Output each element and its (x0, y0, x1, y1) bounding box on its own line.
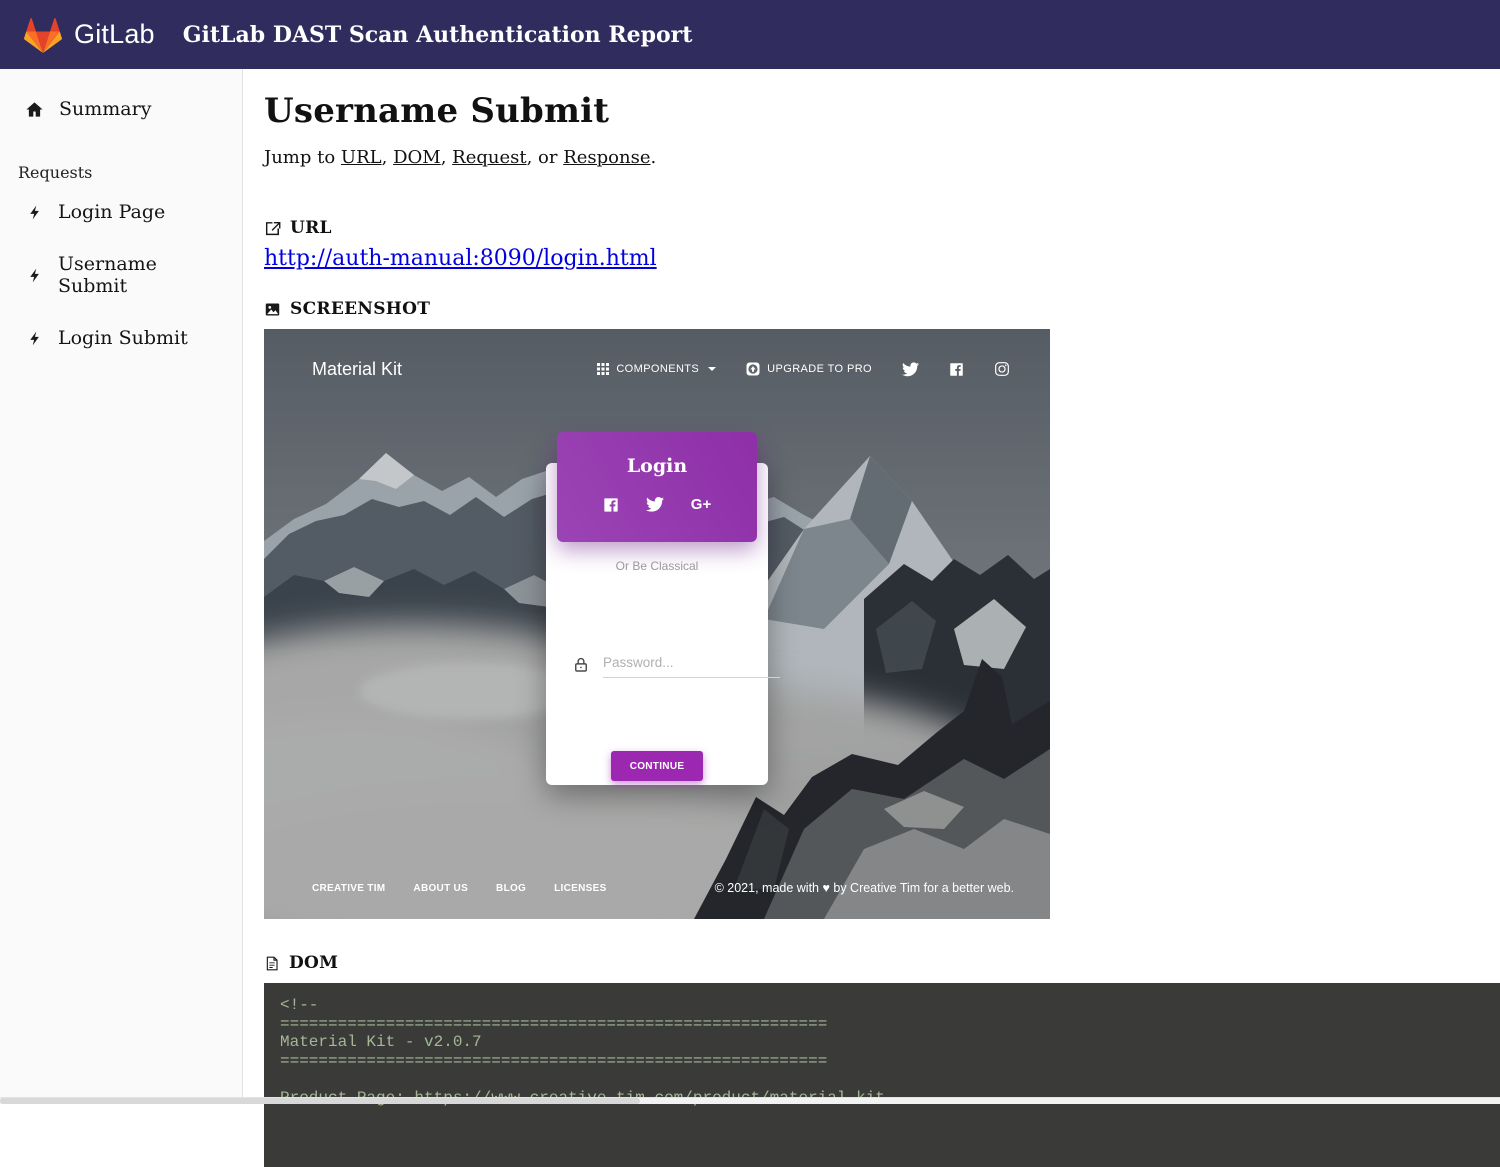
depicted-upgrade-label: UPGRADE TO PRO (767, 363, 872, 375)
depicted-components-label: COMPONENTS (616, 363, 699, 375)
bolt-icon (28, 266, 43, 285)
dom-section-heading: DOM (264, 953, 1500, 973)
auth-screenshot-image: Material Kit COMPONENTS (264, 329, 1050, 919)
jump-links: Jump to URL, DOM, Request, or Response. (264, 147, 1500, 168)
horizontal-scrollbar[interactable] (0, 1097, 1500, 1104)
depicted-components-menu: COMPONENTS (597, 363, 716, 375)
gitlab-brand: GitLab (22, 15, 155, 55)
page-title: Username Submit (264, 91, 1500, 131)
depicted-footer: CREATIVE TIM ABOUT US BLOG LICENSES © 20… (264, 857, 1050, 919)
sidebar-item-login-submit[interactable]: Login Submit (0, 312, 242, 364)
depicted-copyright: © 2021, made with ♥ by Creative Tim for … (715, 881, 1014, 895)
bolt-icon (28, 203, 43, 222)
report-title: GitLab DAST Scan Authentication Report (183, 22, 693, 48)
facebook-icon (603, 497, 619, 513)
jump-separator: , (382, 147, 393, 168)
depicted-upgrade-link: UPGRADE TO PRO (746, 362, 872, 376)
dom-code-block: <!-- ===================================… (264, 983, 1500, 1167)
image-icon (264, 301, 281, 318)
home-icon (25, 100, 44, 119)
url-section-heading: URL (264, 218, 1500, 238)
depicted-password-input (603, 651, 780, 678)
depicted-footer-link: CREATIVE TIM (312, 883, 385, 894)
depicted-login-card: Login G+ Or Be Classical (546, 463, 768, 785)
depicted-password-row (572, 651, 742, 678)
sidebar-item-label: Login Submit (58, 327, 188, 349)
sidebar-item-label: Login Page (58, 201, 165, 223)
jump-period: . (651, 147, 657, 168)
sidebar-item-username-submit[interactable]: Username Submit (0, 238, 242, 312)
main-content: Username Submit Jump to URL, DOM, Reques… (243, 69, 1500, 1167)
section-label: DOM (289, 953, 338, 973)
horizontal-scrollbar-thumb[interactable] (0, 1098, 640, 1104)
jump-separator: , or (527, 147, 564, 168)
gitlab-tanuki-icon (22, 15, 64, 55)
lock-icon (572, 656, 590, 674)
depicted-divider-text: Or Be Classical (546, 559, 768, 573)
depicted-footer-link: BLOG (496, 883, 526, 894)
section-label: URL (290, 218, 332, 238)
depicted-footer-link: LICENSES (554, 883, 606, 894)
sidebar-requests-label: Requests (0, 163, 242, 182)
external-link-icon (264, 220, 281, 237)
upgrade-icon (746, 362, 760, 376)
sidebar-item-label: Summary (59, 98, 151, 120)
jump-separator: , (441, 147, 452, 168)
scanned-url-link[interactable]: http://auth-manual:8090/login.html (264, 246, 657, 271)
depicted-continue-button: CONTINUE (611, 751, 703, 781)
bolt-icon (28, 329, 43, 348)
jump-link-response[interactable]: Response (563, 147, 650, 168)
section-label: SCREENSHOT (290, 299, 430, 319)
facebook-icon (949, 362, 964, 377)
depicted-social-buttons: G+ (557, 496, 757, 513)
twitter-icon (902, 362, 919, 377)
google-plus-icon: G+ (691, 496, 711, 513)
gitlab-wordmark: GitLab (74, 19, 155, 50)
file-icon (264, 955, 280, 972)
depicted-navbar: Material Kit COMPONENTS (264, 329, 1050, 409)
depicted-footer-link: ABOUT US (413, 883, 468, 894)
depicted-login-card-header: Login G+ (557, 432, 757, 542)
sidebar-item-summary[interactable]: Summary (0, 87, 242, 131)
jump-link-dom[interactable]: DOM (393, 147, 441, 168)
app-header: GitLab GitLab DAST Scan Authentication R… (0, 0, 1500, 69)
depicted-brand: Material Kit (312, 359, 402, 380)
sidebar-item-label: Username Submit (58, 253, 232, 297)
twitter-icon (646, 497, 664, 512)
depicted-login-title: Login (557, 455, 757, 477)
sidebar: Summary Requests Login Page Username Sub… (0, 69, 243, 1104)
chevron-down-icon (708, 367, 716, 371)
jump-prefix: Jump to (264, 147, 341, 168)
screenshot-section-heading: SCREENSHOT (264, 299, 1500, 319)
sidebar-item-login-page[interactable]: Login Page (0, 186, 242, 238)
depicted-footer-links: CREATIVE TIM ABOUT US BLOG LICENSES (312, 883, 607, 894)
grid-icon (597, 363, 609, 375)
instagram-icon (994, 361, 1010, 377)
jump-link-request[interactable]: Request (452, 147, 526, 168)
jump-link-url[interactable]: URL (341, 147, 382, 168)
